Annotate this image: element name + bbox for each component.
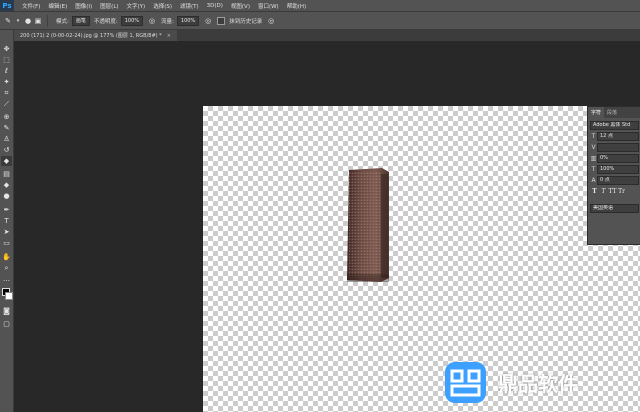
all-caps-button[interactable]: TT (608, 188, 617, 196)
menu-select[interactable]: 选择(S) (149, 2, 176, 10)
menu-3d[interactable]: 3D(D) (203, 3, 227, 9)
menu-window[interactable]: 窗口(W) (254, 2, 283, 10)
language-select[interactable]: 美国英语 (590, 203, 639, 213)
marquee-icon[interactable]: ⬚ (1, 55, 12, 65)
font-size-icon: T (591, 132, 596, 140)
kerning-input[interactable] (597, 142, 639, 152)
crop-icon[interactable]: ⌗ (1, 88, 12, 98)
pen-icon[interactable]: ✒ (1, 205, 12, 215)
menu-layer[interactable]: 图层(L) (96, 2, 122, 10)
history-brush-icon[interactable]: ↺ (1, 145, 12, 155)
type-icon[interactable]: T (1, 216, 12, 226)
shape-icon[interactable]: ▭ (1, 238, 12, 248)
format-buttons: T T TT Tr (590, 188, 639, 196)
divider (47, 14, 48, 27)
zoom-icon[interactable]: ⌕ (1, 263, 12, 273)
menu-bar: Ps 文件(F) 编辑(E) 图像(I) 图层(L) 文字(Y) 选择(S) 滤… (0, 0, 640, 12)
brush-size-icon[interactable]: ● (23, 16, 33, 26)
screen-mode-icon[interactable]: ▢ (1, 319, 12, 329)
blur-icon[interactable]: ◆ (1, 180, 12, 190)
eyedropper-icon[interactable]: ⟋ (1, 99, 12, 109)
document-title: 200 (171) 2 (0-00-02-24).jpg @ 177% (图层 … (20, 33, 162, 39)
scale-input[interactable]: 100% (597, 164, 639, 174)
tools-panel: ✥ ⬚ ℓ ✦ ⌗ ⟋ ⊕ ✎ ♙ ↺ ◆ ▤ ◆ ● ✒ T ➤ ▭ ✋ ⌕ … (0, 30, 14, 412)
brush-icon[interactable]: ✎ (1, 123, 12, 133)
kerning-icon: V (591, 143, 596, 151)
mode-select[interactable]: 画笔 (71, 15, 90, 26)
character-panel: 字符 段落 Adobe 黑体 Std T 12 点 V ▥ 0% T 100% … (587, 106, 640, 245)
airbrush-icon[interactable]: ◎ (203, 16, 213, 26)
baseline-icon: A (591, 176, 596, 184)
erase-history-checkbox[interactable] (217, 16, 226, 25)
path-selection-icon[interactable]: ➤ (1, 227, 12, 237)
move-icon[interactable]: ✥ (1, 44, 12, 54)
font-family-select[interactable]: Adobe 黑体 Std (590, 120, 639, 130)
font-size-input[interactable]: 12 点 (597, 131, 639, 141)
opacity-input[interactable]: 100% (120, 15, 144, 26)
menu-edit[interactable]: 编辑(E) (44, 2, 71, 10)
tracking-input[interactable]: 0% (597, 153, 639, 163)
faux-bold-button[interactable]: T (590, 188, 599, 196)
opacity-label: 不透明度: (93, 18, 118, 25)
document-tab[interactable]: 200 (171) 2 (0-00-02-24).jpg @ 177% (图层 … (14, 30, 177, 41)
menu-filter[interactable]: 滤镜(T) (176, 2, 203, 10)
menu-type[interactable]: 文字(Y) (123, 2, 150, 10)
menu-help[interactable]: 帮助(H) (283, 2, 310, 10)
magic-wand-icon[interactable]: ✦ (1, 77, 12, 87)
pressure-size-icon[interactable]: ◎ (266, 16, 276, 26)
faux-italic-button[interactable]: T (599, 188, 608, 196)
brand-logo-icon (445, 362, 486, 403)
quick-mask-icon[interactable]: ◙ (1, 306, 12, 316)
document-tab-bar: 200 (171) 2 (0-00-02-24).jpg @ 177% (图层 … (14, 30, 640, 41)
app-logo[interactable]: Ps (0, 0, 14, 11)
lasso-icon[interactable]: ℓ (1, 66, 12, 76)
vertical-scale-icon: T (591, 165, 596, 173)
menu-image[interactable]: 图像(I) (71, 2, 96, 10)
tab-character[interactable]: 字符 (588, 107, 605, 118)
menu-file[interactable]: 文件(F) (18, 2, 44, 10)
brush-panel-icon[interactable]: ▣ (33, 16, 43, 26)
eraser-icon[interactable]: ✎ (3, 16, 13, 26)
chevron-down-icon[interactable]: ▾ (13, 16, 23, 26)
flow-label: 流量: (161, 18, 174, 25)
menu-view[interactable]: 视图(V) (227, 2, 254, 10)
panel-tabs: 字符 段落 (588, 107, 640, 118)
options-bar: ✎ ▾ ● ▣ 模式: 画笔 不透明度: 100% ◎ 流量: 100% ◎ 抹… (0, 12, 640, 30)
gradient-icon[interactable]: ▤ (1, 169, 12, 179)
tracking-icon: ▥ (590, 154, 597, 162)
hand-icon[interactable]: ✋ (1, 252, 12, 262)
mode-label: 模式: (56, 18, 69, 25)
background-color-swatch[interactable] (5, 292, 13, 300)
close-icon[interactable]: × (167, 33, 171, 39)
erase-history-label: 抹到历史记录 (229, 18, 263, 25)
dodge-icon[interactable]: ● (1, 191, 12, 201)
eraser-tool-icon[interactable]: ◆ (1, 156, 12, 166)
more-tools-icon[interactable]: … (1, 274, 12, 284)
pressure-opacity-icon[interactable]: ◎ (147, 16, 157, 26)
watermark-text: 鼎品软件 (498, 372, 578, 396)
flow-input[interactable]: 100% (176, 15, 200, 26)
building-image (347, 168, 389, 282)
healing-icon[interactable]: ⊕ (1, 112, 12, 122)
small-caps-button[interactable]: Tr (617, 188, 626, 196)
clone-stamp-icon[interactable]: ♙ (1, 134, 12, 144)
watermark: 鼎品软件 (440, 353, 640, 412)
baseline-input[interactable]: 0 点 (597, 175, 639, 185)
tab-paragraph[interactable]: 段落 (604, 109, 620, 116)
